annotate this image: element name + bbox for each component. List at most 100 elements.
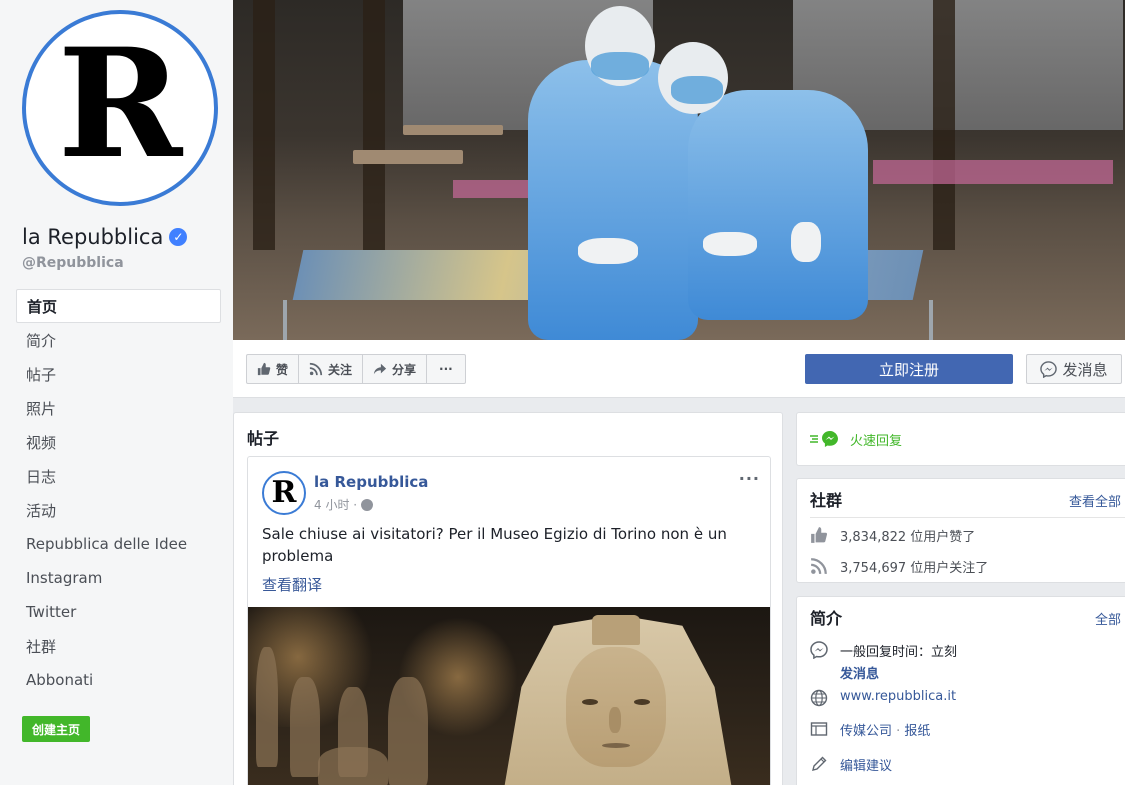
see-translation-link[interactable]: 查看翻译	[262, 574, 322, 595]
left-sidebar: R la Repubblica ✓ @Repubblica 首页 简介 帖子 照…	[0, 0, 233, 785]
page-handle[interactable]: @Repubblica	[22, 255, 124, 271]
sidebar-item-videos[interactable]: 视频	[16, 425, 221, 459]
post-author-avatar[interactable]: R	[262, 471, 306, 515]
sidebar-item-community[interactable]: 社群	[16, 629, 221, 663]
post-avatar-letter: R	[271, 474, 297, 510]
sidebar-nav: 首页 简介 帖子 照片 视频 日志 活动 Repubblica delle Id…	[16, 289, 221, 697]
fast-reply-label: 火速回复	[850, 433, 903, 449]
sidebar-item-repubblica-idee[interactable]: Repubblica delle Idee	[16, 527, 221, 561]
page-action-bar: 赞 关注 分享 ··· 立即注册 发消息	[233, 340, 1125, 398]
send-message-label: 发消息	[1062, 360, 1108, 379]
community-likes-row: 3,834,822 位用户赞了	[810, 526, 975, 545]
intro-card: 简介 全部 一般回复时间：立刻 发消息 www.repubblica.it 传媒…	[796, 596, 1125, 785]
community-card: 社群 查看全部 3,834,822 位用户赞了 3,754,697 位用户关注了	[796, 478, 1125, 583]
cover-worker-right-glove	[703, 232, 757, 256]
intro-category-media[interactable]: 传媒公司	[840, 724, 892, 739]
intro-suggest-edit-row: 编辑建议	[810, 755, 892, 774]
intro-response-time: 一般回复时间：立刻	[840, 645, 958, 660]
post-author-name[interactable]: la Repubblica	[314, 473, 428, 491]
post-image-pharaoh-eye	[634, 699, 650, 705]
pencil-icon	[812, 756, 827, 771]
intro-see-all-link[interactable]: 全部	[1095, 609, 1121, 628]
intro-title: 简介	[810, 609, 843, 628]
sidebar-item-notes[interactable]: 日志	[16, 459, 221, 493]
posts-section-title: 帖子	[247, 429, 280, 448]
share-button[interactable]: 分享	[363, 355, 428, 383]
cover-table	[403, 125, 503, 135]
sidebar-item-photos[interactable]: 照片	[16, 391, 221, 425]
share-arrow-icon	[373, 363, 387, 375]
cover-table	[353, 150, 463, 164]
cover-pillar	[933, 0, 955, 250]
community-likes-count: 3,834,822 位用户赞了	[840, 530, 976, 545]
cover-bed	[873, 160, 1113, 184]
post-text: Sale chiuse ai visitatori? Per il Museo …	[262, 525, 727, 565]
sidebar-item-events[interactable]: 活动	[16, 493, 221, 527]
post-image-statue	[256, 647, 278, 767]
send-message-button[interactable]: 发消息	[1026, 354, 1122, 384]
cover-bed	[453, 180, 533, 198]
globe-icon	[810, 689, 828, 707]
community-title: 社群	[810, 491, 843, 510]
follow-button[interactable]: 关注	[299, 355, 364, 383]
sidebar-item-home[interactable]: 首页	[16, 289, 221, 323]
like-button[interactable]: 赞	[247, 355, 300, 383]
post-image[interactable]	[248, 607, 770, 785]
sidebar-item-posts[interactable]: 帖子	[16, 357, 221, 391]
fast-messenger-icon	[810, 431, 838, 447]
post-timestamp[interactable]: 4 小时 ·	[314, 496, 357, 513]
community-follows-row: 3,754,697 位用户关注了	[810, 557, 988, 576]
intro-category-row: 传媒公司 · 报纸	[810, 720, 930, 739]
page-name-text: la Repubblica	[22, 225, 164, 249]
cover-pillar	[363, 0, 385, 250]
posts-panel: 帖子 R la Repubblica 4 小时 · ··· Sale chius…	[233, 412, 783, 785]
cover-worker-right	[688, 90, 868, 320]
intro-suggest-edit-link[interactable]: 编辑建议	[840, 755, 892, 774]
thumbs-up-icon	[811, 527, 828, 543]
follow-button-label: 关注	[328, 362, 353, 377]
like-button-label: 赞	[276, 362, 289, 377]
thumbs-up-icon	[257, 362, 271, 376]
sidebar-item-instagram[interactable]: Instagram	[16, 561, 221, 595]
globe-icon	[361, 498, 374, 511]
intro-category-separator: ·	[892, 724, 905, 739]
community-follows-count: 3,754,697 位用户关注了	[840, 561, 989, 576]
community-divider	[810, 517, 1125, 518]
signup-button[interactable]: 立即注册	[805, 354, 1013, 384]
post-meta: 4 小时 ·	[314, 496, 374, 513]
post-image-statue	[290, 677, 320, 777]
sidebar-item-twitter[interactable]: Twitter	[16, 595, 221, 629]
post-image-pharaoh-nose	[609, 707, 621, 733]
post-image-statue	[318, 747, 388, 785]
create-page-button[interactable]: 创建主页	[22, 716, 91, 742]
cover-worker-right-glove	[791, 222, 821, 262]
post-image-pharaoh-mouth	[602, 743, 630, 748]
newspaper-icon	[810, 722, 828, 736]
cover-worker-left-goggles	[591, 52, 649, 80]
community-see-all-link[interactable]: 查看全部	[1069, 491, 1121, 510]
post-image-pharaoh-crown	[592, 615, 640, 645]
intro-category-newspaper[interactable]: 报纸	[904, 724, 930, 739]
intro-send-message-link[interactable]: 发消息	[840, 663, 957, 682]
sidebar-item-about[interactable]: 简介	[16, 323, 221, 357]
rss-icon	[309, 362, 323, 376]
rss-icon	[810, 558, 827, 575]
share-button-label: 分享	[392, 362, 417, 377]
page-name[interactable]: la Repubblica ✓	[22, 225, 188, 249]
cover-worker-right-goggles	[671, 76, 723, 104]
cover-worker-left-gloves	[578, 238, 638, 264]
avatar-logo-letter: R	[57, 16, 183, 192]
intro-response-row: 一般回复时间：立刻 发消息	[810, 641, 957, 682]
profile-avatar[interactable]: R	[22, 10, 218, 206]
post-image-pharaoh-eye	[582, 699, 598, 705]
fast-reply-card: 火速回复	[796, 412, 1125, 466]
page-actions-group: 赞 关注 分享 ···	[246, 354, 466, 384]
intro-website-link[interactable]: www.repubblica.it	[840, 689, 956, 704]
post-options-button[interactable]: ···	[739, 469, 760, 488]
intro-website-row: www.repubblica.it	[810, 689, 956, 707]
more-actions-button[interactable]: ···	[427, 355, 465, 383]
post-card: R la Repubblica 4 小时 · ··· Sale chiuse a…	[247, 456, 771, 785]
cover-photo[interactable]	[233, 0, 1125, 340]
post-image-statue	[388, 677, 428, 785]
sidebar-item-abbonati[interactable]: Abbonati	[16, 663, 221, 697]
